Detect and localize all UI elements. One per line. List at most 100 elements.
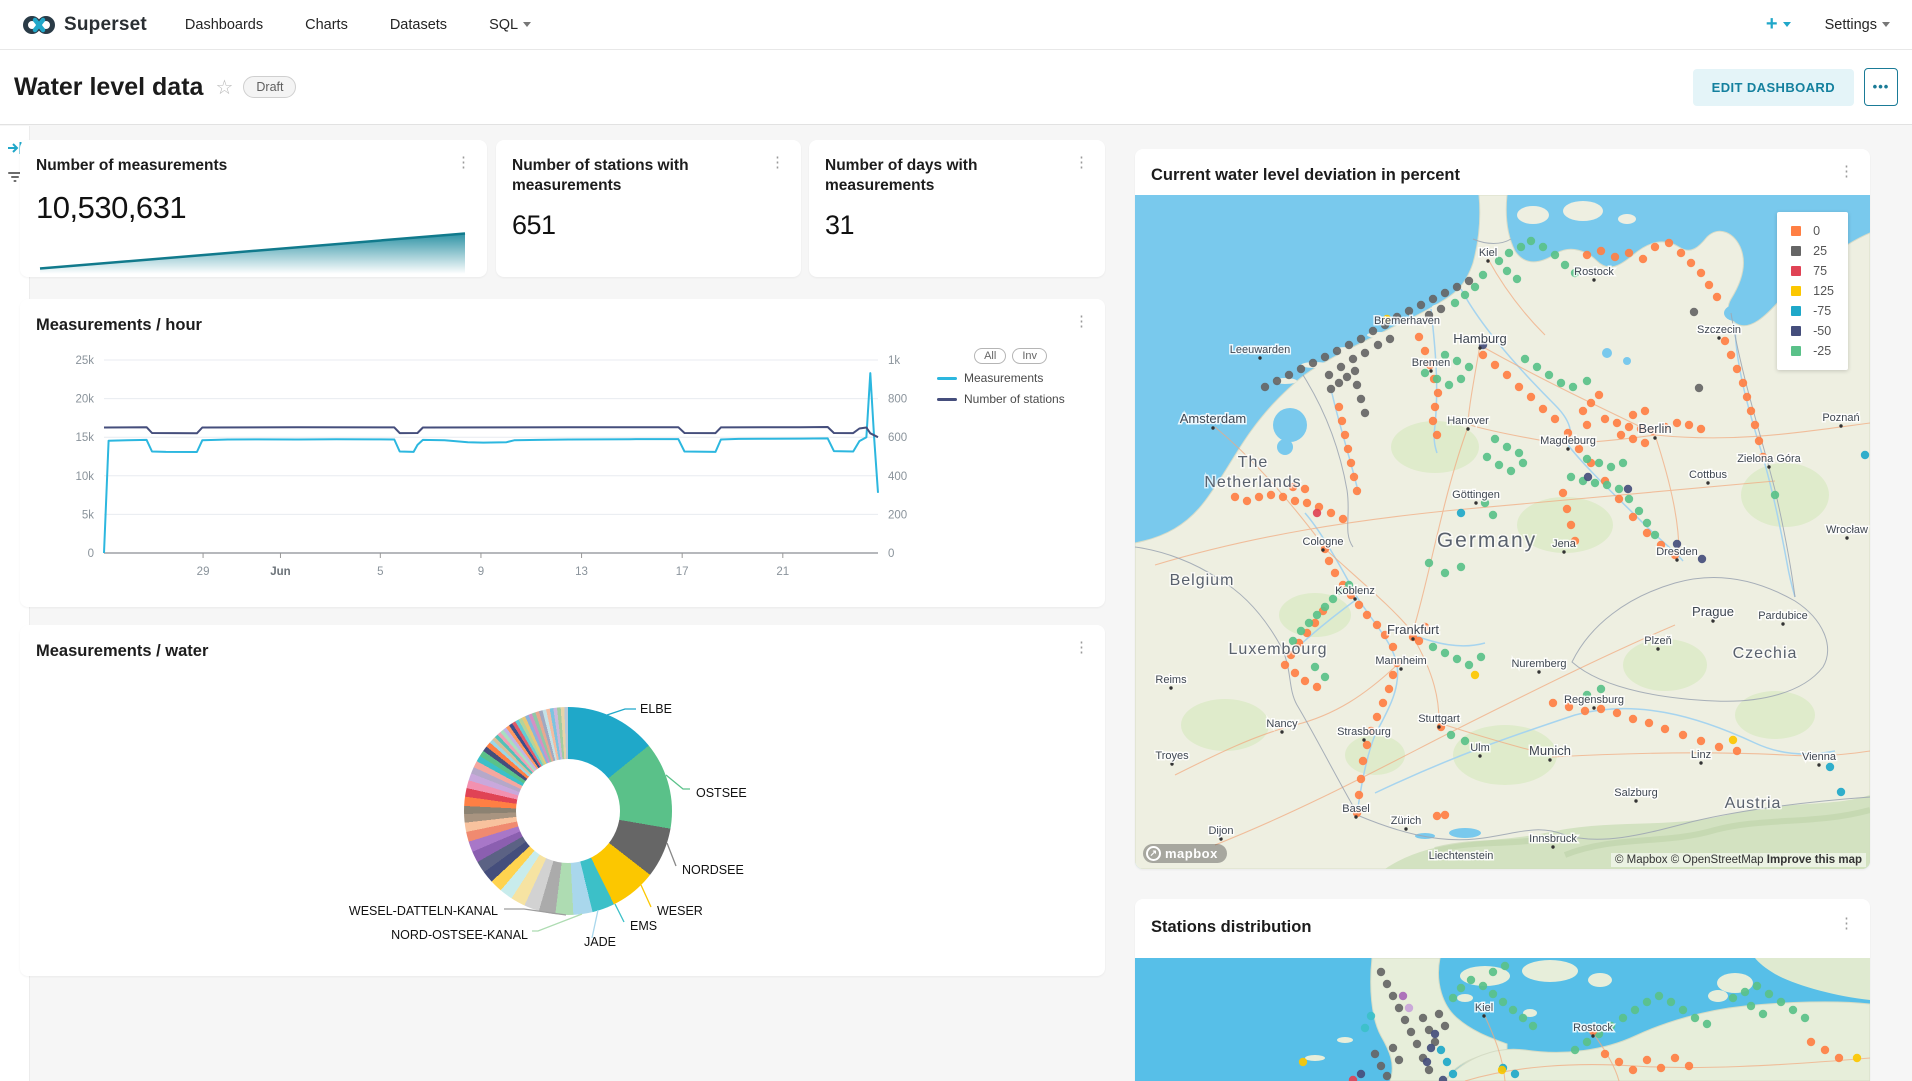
station-dot bbox=[1465, 363, 1473, 371]
station-dot bbox=[1291, 669, 1299, 677]
kebab-menu-icon[interactable]: ⋮ bbox=[1074, 315, 1089, 329]
map-legend-item[interactable]: 25 bbox=[1791, 244, 1834, 258]
station-dot bbox=[1339, 515, 1347, 523]
map-canvas[interactable]: KielRostock bbox=[1135, 958, 1870, 1081]
station-dot bbox=[1355, 601, 1363, 609]
station-dot bbox=[1447, 731, 1455, 739]
nav-item-dashboards[interactable]: Dashboards bbox=[185, 17, 263, 33]
status-badge: Draft bbox=[243, 76, 296, 98]
legend-swatch bbox=[1791, 246, 1801, 256]
station-dot bbox=[1498, 1066, 1506, 1074]
station-dot bbox=[1301, 485, 1309, 493]
nav-item-sql[interactable]: SQL bbox=[489, 17, 531, 33]
mapbox-logo[interactable]: ↗mapbox bbox=[1143, 844, 1227, 863]
dashboard-header: Water level data ☆ Draft EDIT DASHBOARD … bbox=[0, 50, 1912, 125]
page-title: Water level data bbox=[14, 73, 203, 102]
star-outline-icon[interactable]: ☆ bbox=[215, 75, 233, 100]
station-dot bbox=[1405, 1004, 1413, 1012]
nav-item-datasets[interactable]: Datasets bbox=[390, 17, 447, 33]
map-legend-item[interactable]: 125 bbox=[1791, 284, 1834, 298]
station-dot bbox=[1353, 381, 1361, 389]
improve-map-link[interactable]: Improve this map bbox=[1767, 854, 1862, 866]
station-dot bbox=[1435, 1010, 1443, 1018]
donut-chart[interactable]: ELBEOSTSEENORDSEEWESEREMSJADENORD-OSTSEE… bbox=[20, 681, 1105, 976]
station-dot bbox=[1457, 563, 1465, 571]
station-dot bbox=[1729, 994, 1737, 1002]
map-legend-item[interactable]: -50 bbox=[1791, 324, 1834, 338]
station-dot bbox=[1861, 451, 1869, 459]
chevron-down-icon bbox=[1783, 22, 1791, 27]
station-dot bbox=[1453, 655, 1461, 663]
station-dot bbox=[1655, 992, 1663, 1000]
station-dot bbox=[1697, 425, 1705, 433]
station-dot bbox=[1297, 365, 1305, 373]
add-new-button[interactable]: + bbox=[1766, 13, 1791, 36]
station-dot bbox=[1629, 1066, 1637, 1074]
svg-text:Szczecin: Szczecin bbox=[1697, 324, 1741, 336]
kebab-menu-icon[interactable]: ⋮ bbox=[1839, 917, 1854, 931]
station-dot bbox=[1267, 491, 1275, 499]
map-canvas[interactable]: TheNetherlandsBelgiumGermanyCzechiaAustr… bbox=[1135, 195, 1870, 869]
edit-dashboard-button[interactable]: EDIT DASHBOARD bbox=[1693, 69, 1854, 106]
svg-text:Berlin: Berlin bbox=[1638, 421, 1671, 436]
station-dot bbox=[1505, 249, 1513, 257]
station-dot bbox=[1629, 715, 1637, 723]
svg-text:Rostock: Rostock bbox=[1574, 266, 1614, 278]
svg-text:17: 17 bbox=[676, 566, 689, 578]
chart-title: Stations distribution bbox=[1151, 917, 1311, 938]
kebab-menu-icon[interactable]: ⋮ bbox=[770, 156, 785, 170]
station-dot bbox=[1363, 741, 1371, 749]
legend-swatch bbox=[1791, 286, 1801, 296]
infinity-logo-icon bbox=[22, 14, 56, 36]
kpi-card-stations: Number of stations with measurements ⋮ 6… bbox=[496, 140, 801, 277]
station-dot bbox=[1389, 671, 1397, 679]
map-legend-item[interactable]: -25 bbox=[1791, 344, 1834, 358]
donut-slice-label: OSTSEE bbox=[696, 786, 747, 800]
station-dot bbox=[1643, 529, 1651, 537]
station-dot bbox=[1479, 982, 1487, 990]
station-dot bbox=[1569, 383, 1577, 391]
map-legend-item[interactable]: 0 bbox=[1791, 224, 1834, 238]
line-chart[interactable]: 005k20010k40015k60020k80025k1k29Jun59131… bbox=[20, 347, 1105, 602]
kebab-menu-icon[interactable]: ⋮ bbox=[1839, 165, 1854, 179]
station-dot bbox=[1357, 775, 1365, 783]
station-dot bbox=[1721, 337, 1729, 345]
svg-text:Basel: Basel bbox=[1342, 803, 1370, 815]
measurements-water-card: Measurements / water ⋮ ELBEOSTSEENORDSEE… bbox=[20, 625, 1105, 976]
station-dot bbox=[1325, 371, 1333, 379]
stations-distribution-card: Stations distribution ⋮ KielRostock bbox=[1135, 899, 1870, 1081]
svg-text:The: The bbox=[1238, 454, 1269, 471]
station-dot bbox=[1583, 377, 1591, 385]
svg-text:Regensburg: Regensburg bbox=[1564, 694, 1624, 706]
station-dot bbox=[1347, 459, 1355, 467]
station-dot bbox=[1383, 980, 1391, 988]
station-dot bbox=[1597, 685, 1605, 693]
station-dot bbox=[1321, 353, 1329, 361]
deviation-map[interactable]: TheNetherlandsBelgiumGermanyCzechiaAustr… bbox=[1135, 195, 1870, 869]
kebab-menu-icon[interactable]: ⋮ bbox=[1074, 641, 1089, 655]
station-dot bbox=[1651, 531, 1659, 539]
station-dot bbox=[1389, 643, 1397, 651]
kebab-menu-icon[interactable]: ⋮ bbox=[456, 156, 471, 170]
kpi-title: Number of measurements bbox=[36, 156, 227, 176]
settings-menu[interactable]: Settings bbox=[1825, 17, 1890, 33]
svg-text:0: 0 bbox=[888, 548, 894, 560]
stations-map[interactable]: KielRostock bbox=[1135, 958, 1870, 1081]
map-legend-item[interactable]: -75 bbox=[1791, 304, 1834, 318]
svg-text:Cottbus: Cottbus bbox=[1689, 469, 1727, 481]
nav-item-charts[interactable]: Charts bbox=[305, 17, 348, 33]
station-dot bbox=[1515, 449, 1523, 457]
map-legend-item[interactable]: 75 bbox=[1791, 264, 1834, 278]
station-dot bbox=[1374, 341, 1382, 349]
station-dot bbox=[1503, 267, 1511, 275]
legend-swatch bbox=[1791, 306, 1801, 316]
station-dot bbox=[1747, 407, 1755, 415]
more-options-button[interactable]: ••• bbox=[1864, 68, 1898, 106]
svg-text:Poznań: Poznań bbox=[1822, 412, 1859, 424]
superset-logo[interactable]: Superset bbox=[22, 14, 147, 36]
station-dot bbox=[1698, 555, 1706, 563]
station-dot bbox=[1705, 281, 1713, 289]
station-dot bbox=[1533, 363, 1541, 371]
kebab-menu-icon[interactable]: ⋮ bbox=[1074, 156, 1089, 170]
station-dot bbox=[1325, 557, 1333, 565]
